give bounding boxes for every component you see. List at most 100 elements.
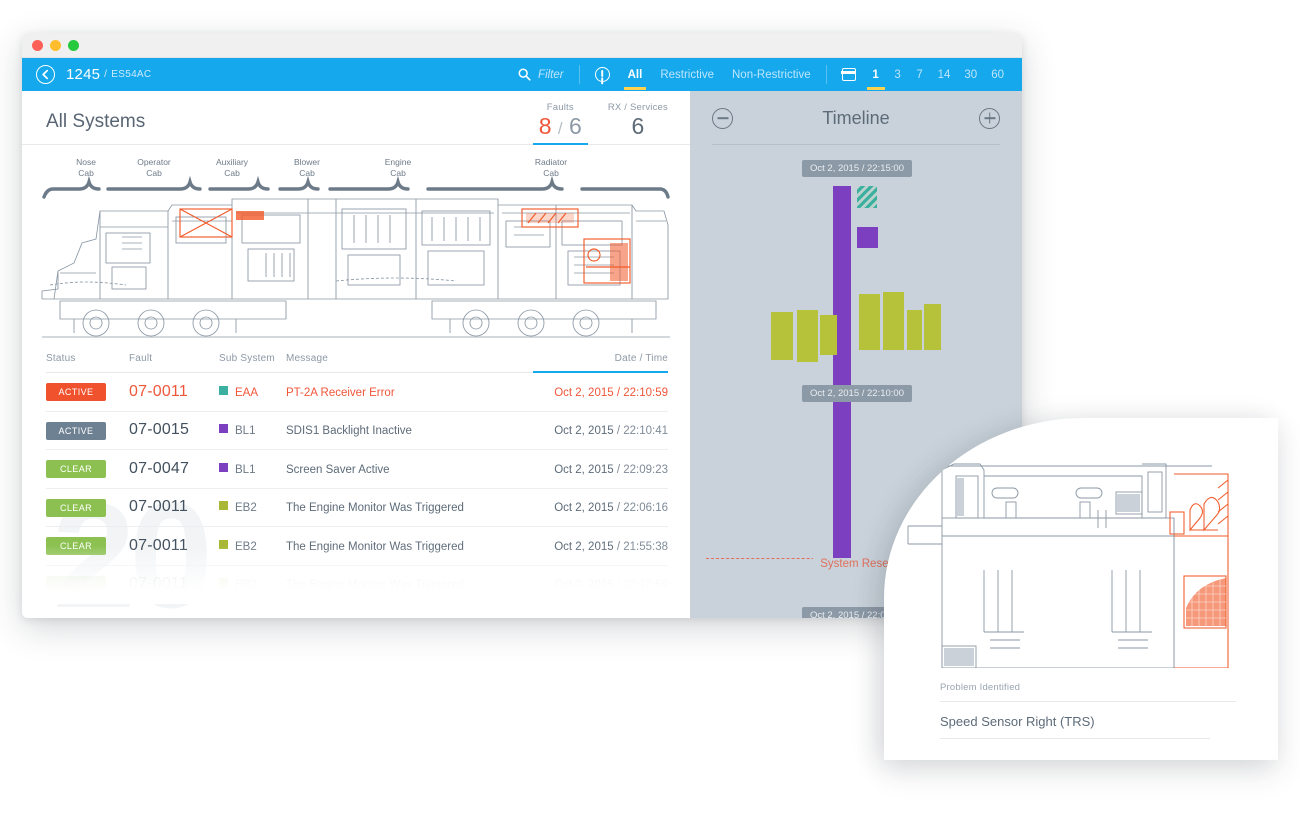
column-header-datetime[interactable]: Date / Time <box>528 353 668 364</box>
timeline-timestamp-label: Oct 2, 2015 / 22:10:00 <box>801 385 913 402</box>
fault-code: 07-0015 <box>129 421 190 439</box>
cab-label-radiator-line1: Radiator <box>535 157 567 167</box>
subsystem-color-chip <box>219 578 228 588</box>
bar-olive-1[interactable] <box>771 312 793 360</box>
table-row[interactable]: ACTIVE 07-0015 BL1 SDIS1 Backlight Inactive… <box>46 412 668 450</box>
minimize-window-button[interactable] <box>50 39 61 51</box>
stat-faults[interactable]: Faults 8 / 6 <box>532 102 588 146</box>
app-toolbar: 1245 / ES54AC Filter All Restrictive Non… <box>22 58 1022 91</box>
subsystem-code: EB2 <box>235 579 257 592</box>
day-filter-7[interactable]: 7 <box>916 69 924 90</box>
fault-code: 07-0011 <box>129 382 188 400</box>
status-badge: ACTIVE <box>46 421 106 440</box>
locomotive-trucks <box>42 300 670 338</box>
cab-label-nose-line1: Nose <box>76 157 96 167</box>
bar-olive-5[interactable] <box>883 292 904 350</box>
severity-filter-tabs: All Restrictive Non-Restrictive <box>623 60 811 90</box>
day-filter-14[interactable]: 14 <box>938 69 951 90</box>
highlighted-components <box>179 208 631 284</box>
fault-datetime: Oct 2, 2015 / 22:09:23 <box>554 463 668 476</box>
stat-faults-value: 8 / 6 <box>539 113 582 139</box>
day-filter-30[interactable]: 30 <box>964 69 977 90</box>
calendar-icon[interactable] <box>841 68 857 81</box>
cab-label-engine-line1: Engine <box>385 157 412 167</box>
bar-olive-6[interactable] <box>907 310 922 350</box>
fault-message: The Engine Monitor Was Triggered <box>286 502 464 515</box>
bar-olive-4[interactable] <box>859 294 880 350</box>
component-detail-card: Problem Identified Speed Sensor Right (T… <box>884 418 1278 760</box>
cab-label-blower-line1: Blower <box>294 157 320 167</box>
subsystem-code: EAA <box>235 386 259 399</box>
maximize-window-button[interactable] <box>68 39 79 51</box>
table-row[interactable]: CLEAR 07-0011 EB2 The Engine Monitor Was Tr… <box>46 489 668 527</box>
day-range-filter: 1 3 7 14 30 60 <box>866 60 1004 90</box>
marker-teal-hatched[interactable] <box>857 186 877 208</box>
day-filter-3[interactable]: 3 <box>894 69 902 90</box>
timeline-timestamp-label: Oct 2, 2015 / 22:15:00 <box>801 160 913 177</box>
table-row[interactable]: CLEAR 07-0011 EB2 The Engine Monitor Was Tr… <box>46 527 668 566</box>
subsystem-code: BL1 <box>235 425 256 438</box>
traction-motor-cross-section-diagram[interactable] <box>884 418 1278 668</box>
subsystem-color-chip <box>219 385 228 395</box>
systems-pane: 20 All Systems Faults 8 / 6 RX / Service… <box>22 91 690 618</box>
table-row[interactable]: CLEAR 07-0011 EB2 The Engine Monitor Was Tr… <box>46 566 668 604</box>
stat-rx-services-value: 6 <box>631 112 645 139</box>
cab-label-operator-line1: Operator <box>137 157 171 167</box>
fault-code: 07-0047 <box>129 459 190 477</box>
stat-rx-services[interactable]: RX / Services 6 <box>608 102 668 144</box>
locomotive-model: ES54AC <box>111 69 152 80</box>
fault-message: The Engine Monitor Was Triggered <box>286 579 464 592</box>
alert-exclamation-icon[interactable] <box>594 67 610 82</box>
subsystem-code: EB2 <box>235 502 257 515</box>
minus-circle-icon[interactable] <box>712 107 733 129</box>
tab-all[interactable]: All <box>623 69 646 90</box>
search-filter-group[interactable]: Filter <box>518 68 564 81</box>
problem-identified-value: Speed Sensor Right (TRS) <box>940 714 1095 729</box>
tab-restrictive[interactable]: Restrictive <box>660 69 714 90</box>
fault-datetime: Oct 2, 2015 / 21:55:38 <box>554 540 668 553</box>
stat-faults-primary: 8 <box>538 112 552 139</box>
table-row[interactable]: ACTIVE 07-0011 EAA PT-2A Receiver Error Oct … <box>46 373 668 412</box>
fault-message: PT-2A Receiver Error <box>286 386 395 399</box>
subsystem-color-chip <box>219 539 228 549</box>
bar-olive-2[interactable] <box>797 310 818 362</box>
close-window-button[interactable] <box>32 39 43 51</box>
fault-message: The Engine Monitor Was Triggered <box>286 540 464 553</box>
cab-label-blower-line2: Cab <box>299 168 315 178</box>
day-filter-1[interactable]: 1 <box>866 69 885 90</box>
locomotive-id: 1245 <box>66 66 101 83</box>
fault-datetime: Oct 2, 2015 / 22:10:41 <box>554 425 668 438</box>
table-header-row: Status Fault Sub System Message Date / T… <box>46 345 668 373</box>
cab-label-auxiliary-line2: Cab <box>224 168 240 178</box>
highlighted-grid-fill <box>1186 578 1226 626</box>
toolbar-divider-2 <box>825 65 827 84</box>
marker-purple-small[interactable] <box>857 227 878 248</box>
plus-circle-icon[interactable] <box>979 107 1000 129</box>
faults-table: Status Fault Sub System Message Date / T… <box>22 345 690 604</box>
problem-identified-divider <box>940 701 1236 702</box>
status-badge: CLEAR <box>46 460 106 479</box>
table-rows-container: ACTIVE 07-0011 EAA PT-2A Receiver Error Oct … <box>46 373 668 604</box>
subsystem-code: EB2 <box>235 540 257 553</box>
tab-non-restrictive[interactable]: Non-Restrictive <box>732 69 811 90</box>
day-filter-60[interactable]: 60 <box>991 69 1004 90</box>
search-icon[interactable] <box>518 68 531 81</box>
subsystem-color-chip <box>219 424 228 434</box>
back-arrow-circle-icon[interactable] <box>36 65 55 84</box>
subsystem-color-chip <box>219 501 228 511</box>
bar-olive-7[interactable] <box>924 304 941 350</box>
fault-code: 07-0011 <box>129 536 188 554</box>
status-badge: ACTIVE <box>46 383 106 402</box>
locomotive-separator: / <box>104 69 108 80</box>
stat-faults-sep: / <box>557 118 563 138</box>
status-badge: CLEAR <box>46 498 106 517</box>
filter-input-placeholder[interactable]: Filter <box>538 69 564 81</box>
axis-purple-main[interactable] <box>833 186 851 566</box>
problem-identified-value-wrap: Speed Sensor Right (TRS) <box>940 714 1210 729</box>
locomotive-diagram[interactable]: Nose Cab Operator Cab Auxiliary Cab Blow… <box>22 145 690 345</box>
bar-olive-3[interactable] <box>820 315 837 355</box>
column-header-status: Status <box>46 353 76 364</box>
systems-header: All Systems Faults 8 / 6 RX / Services 6 <box>22 91 690 146</box>
table-row[interactable]: CLEAR 07-0047 BL1 Screen Saver Active Oct 2,… <box>46 450 668 489</box>
toolbar-right-group: Filter All Restrictive Non-Restrictive 1… <box>518 60 1004 90</box>
